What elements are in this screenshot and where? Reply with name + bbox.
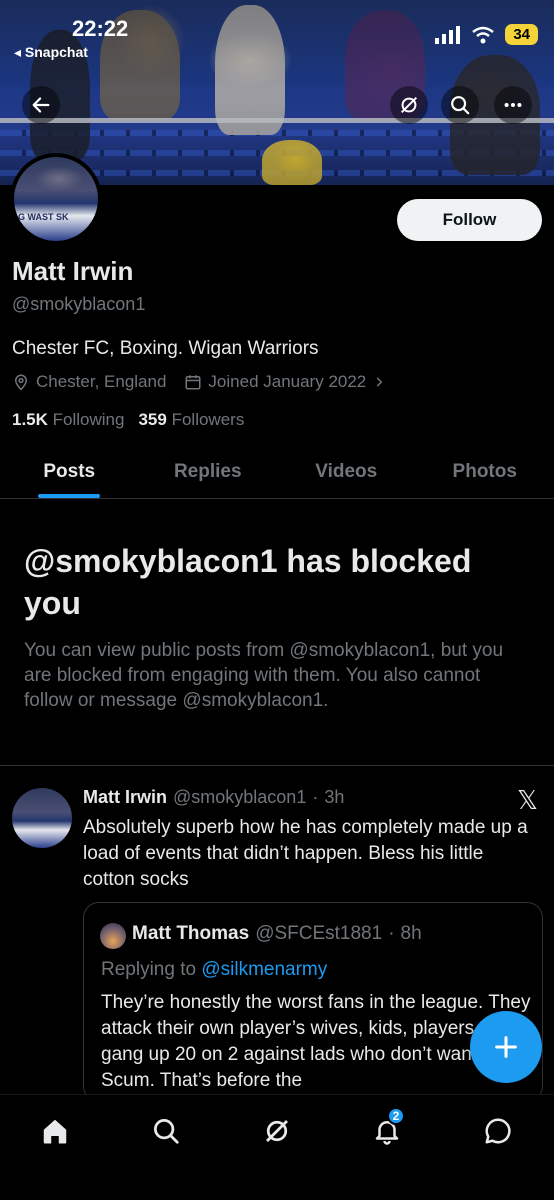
quote-time: 8h (400, 923, 422, 944)
follow-button[interactable]: Follow (397, 199, 542, 241)
signal-icon (435, 25, 461, 44)
nav-notifications[interactable]: 2 (365, 1107, 409, 1151)
x-logo-icon: 𝕏 (517, 785, 538, 815)
more-icon (504, 102, 522, 108)
arrow-left-icon (32, 97, 50, 113)
quote-separator: · (388, 923, 395, 944)
status-icons: 34 (435, 24, 538, 45)
tweet-separator: · (312, 787, 319, 807)
quote-header: Matt Thomas @SFCEst1881 · 8h (132, 923, 422, 945)
grok-icon (266, 1120, 288, 1142)
followers-label: Followers (171, 410, 245, 429)
replying-label: Replying to (101, 959, 197, 980)
avatar-text: G WAST SK (18, 212, 69, 222)
following-label: Following (52, 410, 125, 429)
followers-link[interactable]: 359 Followers (138, 410, 244, 430)
grok-icon (400, 96, 418, 114)
profile-location: Chester, England (36, 372, 167, 391)
tab-photos[interactable]: Photos (416, 445, 554, 498)
following-link[interactable]: 1.5K Following (12, 410, 124, 430)
message-icon (485, 1118, 511, 1144)
back-to-app-link[interactable]: ◂ Snapchat (14, 44, 88, 61)
notifications-badge: 2 (387, 1107, 405, 1125)
blocked-text: You can view public posts from @smokybla… (24, 640, 504, 711)
quote-author-name: Matt Thomas (132, 923, 250, 944)
divider (0, 765, 554, 766)
profile-joined: Joined January 2022 (208, 372, 367, 391)
replying-to-link[interactable]: @silkmenarmy (201, 959, 327, 980)
quote-author-handle: @SFCEst1881 (255, 923, 383, 944)
battery-indicator: 34 (505, 24, 538, 45)
compose-button[interactable] (470, 1011, 542, 1083)
search-icon (154, 1119, 179, 1144)
back-button[interactable] (22, 86, 60, 124)
bottom-nav: 2 (0, 1094, 554, 1200)
blocked-title: @smokyblacon1 has blocked you (24, 543, 472, 621)
replying-to: Replying to @silkmenarmy (101, 959, 327, 981)
plus-icon (495, 1036, 517, 1058)
tweet-author-handle: @smokyblacon1 (173, 787, 307, 807)
search-icon (451, 96, 470, 115)
wifi-icon (472, 26, 495, 43)
profile-name: Matt Irwin (12, 256, 134, 286)
tab-videos[interactable]: Videos (277, 445, 416, 498)
grok-button[interactable] (390, 86, 428, 124)
chevron-right-icon[interactable] (372, 374, 386, 390)
calendar-icon (185, 375, 201, 390)
nav-grok[interactable] (255, 1111, 299, 1151)
search-button[interactable] (441, 86, 479, 124)
quote-body: They’re honestly the worst fans in the l… (101, 992, 531, 1091)
followers-count: 359 (138, 410, 167, 429)
profile-avatar[interactable]: G WAST SK (10, 153, 102, 245)
tab-replies[interactable]: Replies (139, 445, 278, 498)
profile-stats: 1.5K Following 359 Followers (12, 410, 244, 430)
tab-posts[interactable]: Posts (0, 445, 139, 498)
following-count: 1.5K (12, 410, 48, 429)
nav-search[interactable] (144, 1111, 188, 1151)
location-pin-icon (14, 374, 28, 391)
tweet-header: Matt Irwin @smokyblacon1 · 3h (83, 787, 344, 808)
profile-meta: Chester, England Joined January 2022 (12, 372, 386, 392)
tweet-body: Absolutely superb how he has completely … (83, 817, 528, 890)
profile-bio: Chester FC, Boxing. Wigan Warriors (12, 338, 319, 359)
nav-messages[interactable] (476, 1111, 520, 1151)
quoted-tweet[interactable]: Matt Thomas @SFCEst1881 · 8h Replying to… (83, 902, 543, 1102)
tab-label: Videos (315, 460, 378, 482)
home-icon (43, 1119, 67, 1144)
quote-avatar (100, 923, 126, 949)
more-button[interactable] (494, 86, 532, 124)
active-tab-indicator (38, 494, 101, 498)
tab-label: Posts (43, 460, 96, 482)
profile-handle: @smokyblacon1 (12, 294, 146, 314)
profile-tabs: Posts Replies Videos Photos (0, 445, 554, 499)
tweet-avatar[interactable] (12, 788, 72, 848)
tweet-author-name[interactable]: Matt Irwin (83, 787, 167, 808)
tab-label: Photos (452, 460, 517, 482)
status-time: 22:22 (72, 16, 129, 41)
nav-home[interactable] (33, 1111, 77, 1151)
tab-label: Replies (173, 460, 242, 482)
tweet-time: 3h (324, 787, 345, 807)
